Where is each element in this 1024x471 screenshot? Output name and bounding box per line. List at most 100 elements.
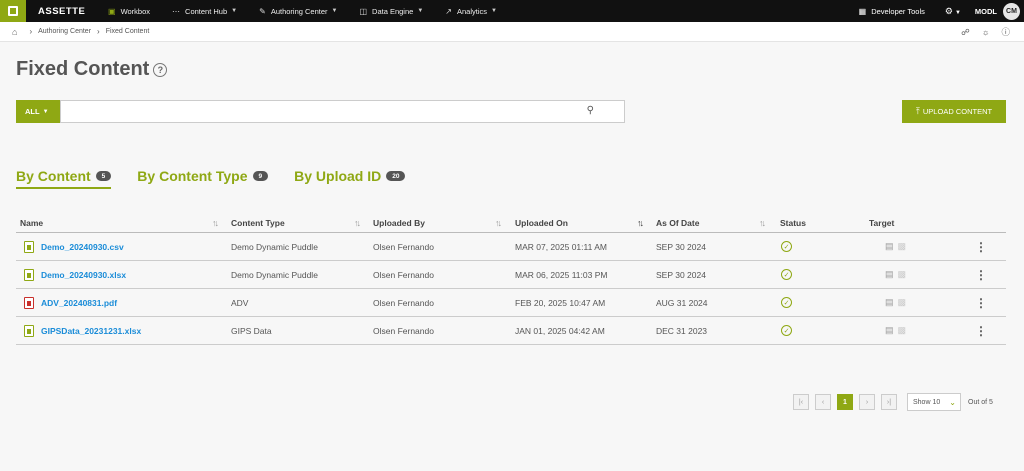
filter-dropdown-label: ALL bbox=[25, 107, 40, 116]
upload-content-label: UPLOAD CONTENT bbox=[922, 107, 993, 116]
more-actions-icon[interactable]: ⋮ bbox=[975, 317, 987, 344]
header-content-type: Content Type bbox=[231, 217, 285, 228]
xlsx-file-icon bbox=[24, 324, 34, 337]
table-row[interactable]: ADV_20240831.pdf ADV Olsen Fernando FEB … bbox=[16, 289, 1006, 317]
filter-dropdown[interactable]: ALL ▼ bbox=[16, 100, 60, 123]
pdf-file-icon bbox=[24, 296, 34, 309]
check-circle-icon: ✓ bbox=[781, 325, 792, 336]
sort-icon[interactable]: ↑↓ bbox=[212, 213, 219, 232]
tab-label: By Content bbox=[16, 168, 91, 184]
upload-content-button[interactable]: ⤒ UPLOAD CONTENT bbox=[902, 100, 1006, 123]
home-icon[interactable]: ⌂ bbox=[12, 27, 17, 37]
current-page-button[interactable]: 1 bbox=[837, 394, 853, 410]
document-target-icon[interactable]: ▤ bbox=[885, 269, 894, 280]
chevron-down-icon: ▼ bbox=[42, 108, 49, 115]
page-title-wrap: Fixed Content ? bbox=[16, 58, 168, 81]
file-name-link[interactable]: Demo_20240930.csv bbox=[41, 242, 124, 252]
view-tabs: By Content 5 By Content Type 9 By Upload… bbox=[16, 166, 431, 189]
more-actions-icon[interactable]: ⋮ bbox=[975, 233, 987, 260]
more-actions-icon[interactable]: ⋮ bbox=[975, 261, 987, 288]
content-type-cell: ADV bbox=[231, 297, 249, 308]
check-circle-icon: ✓ bbox=[781, 297, 792, 308]
first-page-button[interactable]: |‹ bbox=[793, 394, 809, 410]
org-switcher[interactable]: MODL bbox=[975, 7, 997, 16]
tab-by-content-type[interactable]: By Content Type 9 bbox=[137, 166, 269, 186]
page-size-label: Show 10 bbox=[913, 398, 941, 406]
file-name-link[interactable]: GIPSData_20231231.xlsx bbox=[41, 326, 141, 336]
table-row[interactable]: Demo_20240930.xlsx Demo Dynamic Puddle O… bbox=[16, 261, 1006, 289]
search-bar: ALL ▼ ⚲ ⤒ UPLOAD CONTENT bbox=[16, 100, 1006, 123]
chart-target-icon: ▩ bbox=[897, 241, 907, 251]
document-target-icon[interactable]: ▤ bbox=[885, 297, 894, 308]
as-of-date-cell: SEP 30 2024 bbox=[656, 241, 706, 252]
chevron-down-icon: ▼ bbox=[231, 8, 238, 14]
count-badge: 5 bbox=[95, 171, 112, 181]
file-name-link[interactable]: Demo_20240930.xlsx bbox=[41, 270, 126, 280]
upload-icon: ⤒ bbox=[915, 106, 920, 116]
chart-icon: ↗ bbox=[445, 6, 452, 16]
chart-target-icon: ▩ bbox=[897, 325, 907, 335]
header-target: Target bbox=[869, 217, 895, 228]
help-circle-icon[interactable]: ? bbox=[153, 62, 168, 77]
count-badge: 9 bbox=[252, 171, 269, 181]
check-circle-icon: ✓ bbox=[781, 269, 792, 280]
page-size-select[interactable]: Show 10 ⌄ bbox=[907, 393, 961, 411]
document-target-icon[interactable]: ▤ bbox=[885, 325, 894, 336]
csv-file-icon bbox=[24, 240, 34, 253]
brand-name: ASSETTE bbox=[38, 5, 86, 17]
nav-authoring-center[interactable]: ✎ Authoring Center ▼ bbox=[259, 7, 337, 16]
table-row[interactable]: GIPSData_20231231.xlsx GIPS Data Olsen F… bbox=[16, 317, 1006, 345]
top-nav: ASSETTE ▣ Workbox ⋯ Content Hub ▼ ✎ Auth… bbox=[0, 0, 1024, 22]
as-of-date-cell: DEC 31 2023 bbox=[656, 325, 708, 336]
nav-data-engine[interactable]: ◫ Data Engine ▼ bbox=[359, 7, 423, 16]
breadcrumb-authoring-center[interactable]: Authoring Center bbox=[38, 28, 91, 35]
breadcrumb: ⌂ › Authoring Center › Fixed Content ☍ ☼… bbox=[0, 22, 1024, 42]
tab-by-upload-id[interactable]: By Upload ID 20 bbox=[294, 166, 406, 186]
nav-analytics[interactable]: ↗ Analytics ▼ bbox=[445, 7, 497, 16]
sort-desc-icon[interactable]: ↑↓ bbox=[637, 213, 644, 232]
search-input[interactable]: ⚲ bbox=[60, 100, 625, 123]
help-icon[interactable]: ⓘ bbox=[1001, 26, 1010, 38]
app-logo[interactable] bbox=[0, 0, 26, 22]
uploaded-by-cell: Olsen Fernando bbox=[373, 241, 434, 252]
uploaded-by-cell: Olsen Fernando bbox=[373, 269, 434, 280]
avatar[interactable]: CM bbox=[1003, 2, 1020, 20]
chevron-left-icon: ‹ bbox=[821, 398, 825, 406]
table-row[interactable]: Demo_20240930.csv Demo Dynamic Puddle Ol… bbox=[16, 233, 1006, 261]
breadcrumb-fixed-content: Fixed Content bbox=[105, 28, 150, 35]
document-target-icon[interactable]: ▤ bbox=[885, 241, 894, 252]
chart-target-icon: ▩ bbox=[897, 269, 907, 279]
last-page-icon: ›| bbox=[886, 398, 892, 406]
sort-icon[interactable]: ↑↓ bbox=[354, 213, 361, 232]
uploaded-by-cell: Olsen Fernando bbox=[373, 325, 434, 336]
as-of-date-cell: AUG 31 2024 bbox=[656, 297, 708, 308]
developer-tools-label: Developer Tools bbox=[871, 6, 925, 16]
sort-icon[interactable]: ↑↓ bbox=[759, 213, 766, 232]
next-page-button[interactable]: › bbox=[859, 394, 875, 410]
sort-icon[interactable]: ↑↓ bbox=[495, 213, 502, 232]
tab-by-content[interactable]: By Content 5 bbox=[16, 166, 112, 189]
nav-content-hub[interactable]: ⋯ Content Hub ▼ bbox=[172, 7, 237, 16]
header-name: Name bbox=[20, 217, 44, 228]
settings-button[interactable]: ⚙ ▼ bbox=[945, 6, 961, 17]
chart-target-icon: ▩ bbox=[897, 297, 907, 307]
prev-page-button[interactable]: ‹ bbox=[815, 394, 831, 410]
content-table: Name ↑↓ Content Type ↑↓ Uploaded By ↑↓ U… bbox=[16, 213, 1006, 345]
chevron-right-icon: › bbox=[29, 27, 33, 36]
header-as-of-date: As Of Date bbox=[656, 217, 700, 228]
nav-workbox[interactable]: ▣ Workbox bbox=[108, 7, 150, 16]
xlsx-file-icon bbox=[24, 268, 34, 281]
file-name-link[interactable]: ADV_20240831.pdf bbox=[41, 298, 117, 308]
lightbulb-icon[interactable]: ☼ bbox=[982, 27, 990, 37]
last-page-button[interactable]: ›| bbox=[881, 394, 897, 410]
nav-content-hub-label: Content Hub bbox=[185, 6, 228, 16]
edit-icon: ✎ bbox=[259, 6, 266, 16]
chevron-down-icon: ▼ bbox=[331, 8, 338, 14]
header-status: Status bbox=[780, 217, 806, 228]
content-type-cell: Demo Dynamic Puddle bbox=[231, 241, 318, 252]
developer-tools-link[interactable]: ▦ Developer Tools bbox=[859, 7, 925, 16]
search-icon[interactable]: ⚲ bbox=[587, 105, 594, 116]
headset-icon[interactable]: ☍ bbox=[961, 27, 970, 38]
more-actions-icon[interactable]: ⋮ bbox=[975, 289, 987, 316]
nav-analytics-label: Analytics bbox=[456, 6, 487, 16]
